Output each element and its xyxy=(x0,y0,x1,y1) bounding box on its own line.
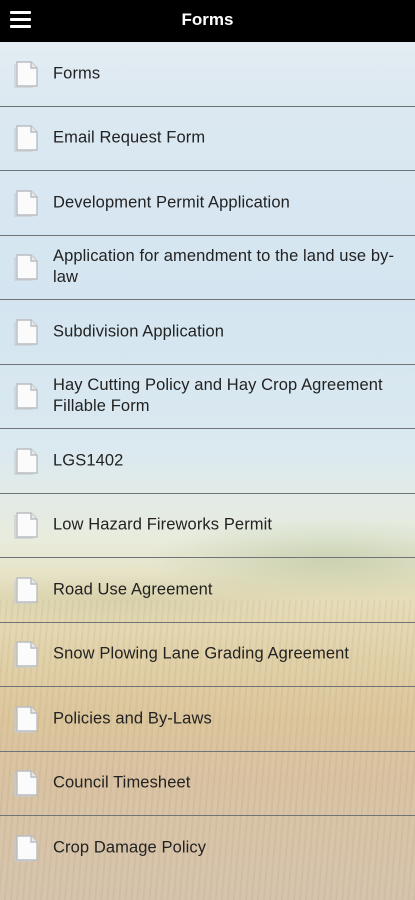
document-icon xyxy=(14,125,38,152)
document-icon xyxy=(14,448,38,475)
list-item[interactable]: Low Hazard Fireworks Permit xyxy=(0,494,415,558)
list-item-label: Road Use Agreement xyxy=(53,580,213,599)
list-item-label: Application for amendment to the land us… xyxy=(53,247,395,287)
list-item-label: Development Permit Application xyxy=(53,193,290,212)
list-item[interactable]: LGS1402 xyxy=(0,429,415,494)
list-item[interactable]: Council Timesheet xyxy=(0,752,415,816)
list-item[interactable]: Subdivision Application xyxy=(0,300,415,365)
list-item-label: Crop Damage Policy xyxy=(53,838,207,857)
forms-list: Forms Email Request Form Development Per… xyxy=(0,42,415,881)
list-item-label: Policies and By-Laws xyxy=(53,709,212,728)
document-icon xyxy=(14,706,38,733)
list-item-label: Low Hazard Fireworks Permit xyxy=(53,515,273,534)
list-item[interactable]: Application for amendment to the land us… xyxy=(0,236,415,300)
document-icon xyxy=(14,254,38,281)
document-icon xyxy=(14,770,38,797)
document-icon xyxy=(14,319,38,346)
list-item[interactable]: Email Request Form xyxy=(0,107,415,171)
list-item-label: LGS1402 xyxy=(53,451,124,470)
app-header: Forms xyxy=(0,0,415,42)
list-item[interactable]: Policies and By-Laws xyxy=(0,687,415,752)
list-item[interactable]: Snow Plowing Lane Grading Agreement xyxy=(0,623,415,687)
document-icon xyxy=(14,835,38,862)
list-item-label: Snow Plowing Lane Grading Agreement xyxy=(53,644,350,663)
list-item-label: Forms xyxy=(53,64,101,83)
document-icon xyxy=(14,577,38,604)
page-title: Forms xyxy=(181,10,234,29)
list-item[interactable]: Crop Damage Policy xyxy=(0,816,415,881)
document-icon xyxy=(14,383,38,410)
list-item-label: Hay Cutting Policy and Hay Crop Agreemen… xyxy=(53,376,383,416)
list-item-label: Email Request Form xyxy=(53,128,206,147)
document-icon xyxy=(14,190,38,217)
list-item[interactable]: Hay Cutting Policy and Hay Crop Agreemen… xyxy=(0,365,415,429)
list-item-label: Council Timesheet xyxy=(53,773,191,792)
list-item[interactable]: Road Use Agreement xyxy=(0,558,415,623)
document-icon xyxy=(14,512,38,539)
list-item[interactable]: Forms xyxy=(0,42,415,107)
document-icon xyxy=(14,61,38,88)
list-item[interactable]: Development Permit Application xyxy=(0,171,415,236)
document-icon xyxy=(14,641,38,668)
list-item-label: Subdivision Application xyxy=(53,322,225,341)
